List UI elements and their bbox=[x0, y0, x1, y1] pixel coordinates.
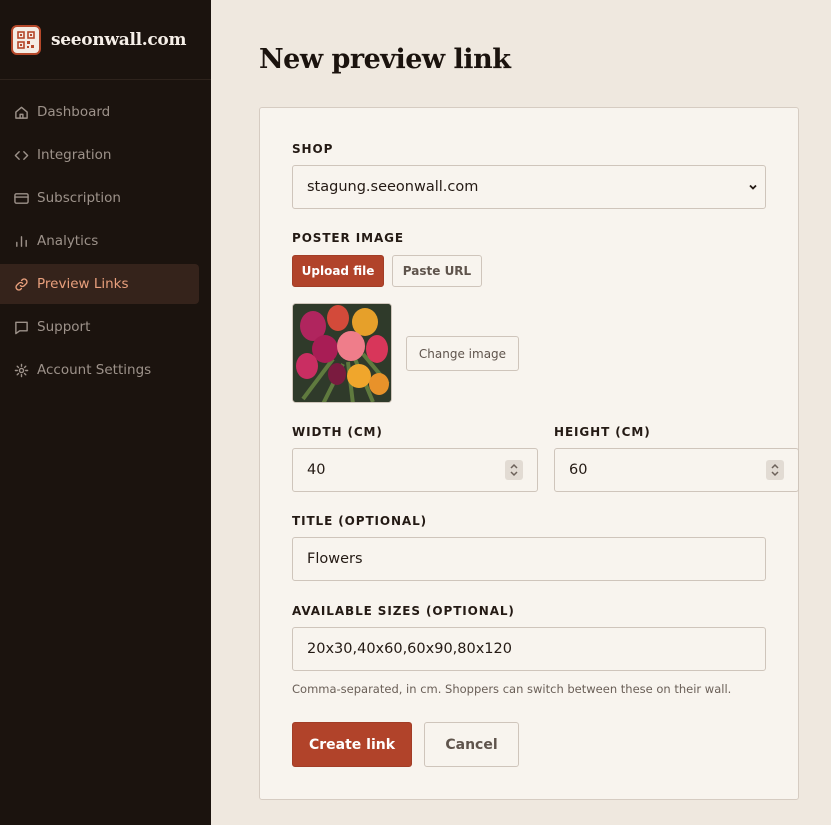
width-stepper[interactable] bbox=[505, 460, 523, 480]
qr-code-icon bbox=[11, 24, 41, 55]
available-sizes-input-value: 20x30,40x60,60x90,80x120 bbox=[307, 641, 512, 657]
available-sizes-label: AVAILABLE SIZES (OPTIONAL) bbox=[292, 604, 515, 618]
sidebar-item-label: Preview Links bbox=[37, 276, 129, 292]
chevron-up-icon bbox=[510, 463, 518, 469]
sidebar-item-label: Subscription bbox=[37, 190, 121, 206]
sidebar-item-preview-links[interactable]: Preview Links bbox=[0, 264, 199, 304]
shop-select[interactable]: stagung.seeonwall.com bbox=[292, 165, 766, 209]
sidebar-nav: Dashboard Integration Subscription Analy… bbox=[0, 92, 211, 390]
height-input-value: 60 bbox=[569, 462, 588, 478]
create-link-button[interactable]: Create link bbox=[292, 722, 412, 767]
sidebar-item-dashboard[interactable]: Dashboard bbox=[0, 92, 199, 132]
code-icon bbox=[13, 147, 29, 163]
gear-icon bbox=[13, 362, 29, 378]
poster-image-thumbnail bbox=[292, 303, 392, 403]
width-input-value: 40 bbox=[307, 462, 326, 478]
preview-link-form: SHOP stagung.seeonwall.com POSTER IMAGE … bbox=[259, 107, 799, 800]
sidebar: seeonwall.com Dashboard Integration Subs… bbox=[0, 0, 211, 825]
height-stepper[interactable] bbox=[766, 460, 784, 480]
sidebar-item-label: Account Settings bbox=[37, 362, 152, 378]
chat-icon bbox=[13, 319, 29, 335]
sidebar-item-label: Integration bbox=[37, 147, 112, 163]
brand[interactable]: seeonwall.com bbox=[0, 0, 211, 80]
page-title: New preview link bbox=[259, 44, 511, 75]
poster-image-label: POSTER IMAGE bbox=[292, 231, 404, 245]
height-input[interactable]: 60 bbox=[554, 448, 799, 492]
height-label: HEIGHT (CM) bbox=[554, 425, 651, 439]
home-icon bbox=[13, 104, 29, 120]
sidebar-item-label: Dashboard bbox=[37, 104, 111, 120]
sidebar-item-support[interactable]: Support bbox=[0, 307, 199, 347]
cancel-button[interactable]: Cancel bbox=[424, 722, 519, 767]
chevron-up-icon bbox=[771, 463, 779, 469]
chevron-down-icon bbox=[771, 471, 779, 477]
main-content: New preview link SHOP stagung.seeonwall.… bbox=[211, 0, 831, 825]
sidebar-item-account-settings[interactable]: Account Settings bbox=[0, 350, 199, 390]
title-input[interactable]: Flowers bbox=[292, 537, 766, 581]
change-image-button[interactable]: Change image bbox=[406, 336, 519, 371]
width-input[interactable]: 40 bbox=[292, 448, 538, 492]
shop-select-value: stagung.seeonwall.com bbox=[307, 179, 479, 195]
sidebar-item-subscription[interactable]: Subscription bbox=[0, 178, 199, 218]
bar-chart-icon bbox=[13, 233, 29, 249]
available-sizes-input[interactable]: 20x30,40x60,60x90,80x120 bbox=[292, 627, 766, 671]
paste-url-button[interactable]: Paste URL bbox=[392, 255, 482, 287]
chevron-down-icon bbox=[747, 181, 759, 193]
shop-label: SHOP bbox=[292, 142, 334, 156]
chevron-down-icon bbox=[510, 471, 518, 477]
sidebar-item-analytics[interactable]: Analytics bbox=[0, 221, 199, 261]
sidebar-item-label: Analytics bbox=[37, 233, 99, 249]
link-icon bbox=[13, 276, 29, 292]
brand-name: seeonwall.com bbox=[51, 29, 187, 50]
width-label: WIDTH (CM) bbox=[292, 425, 383, 439]
sidebar-item-label: Support bbox=[37, 319, 91, 335]
available-sizes-hint: Comma-separated, in cm. Shoppers can swi… bbox=[292, 682, 732, 696]
credit-card-icon bbox=[13, 190, 29, 206]
title-input-value: Flowers bbox=[307, 551, 363, 567]
sidebar-item-integration[interactable]: Integration bbox=[0, 135, 199, 175]
title-label: TITLE (OPTIONAL) bbox=[292, 514, 428, 528]
upload-file-button[interactable]: Upload file bbox=[292, 255, 384, 287]
